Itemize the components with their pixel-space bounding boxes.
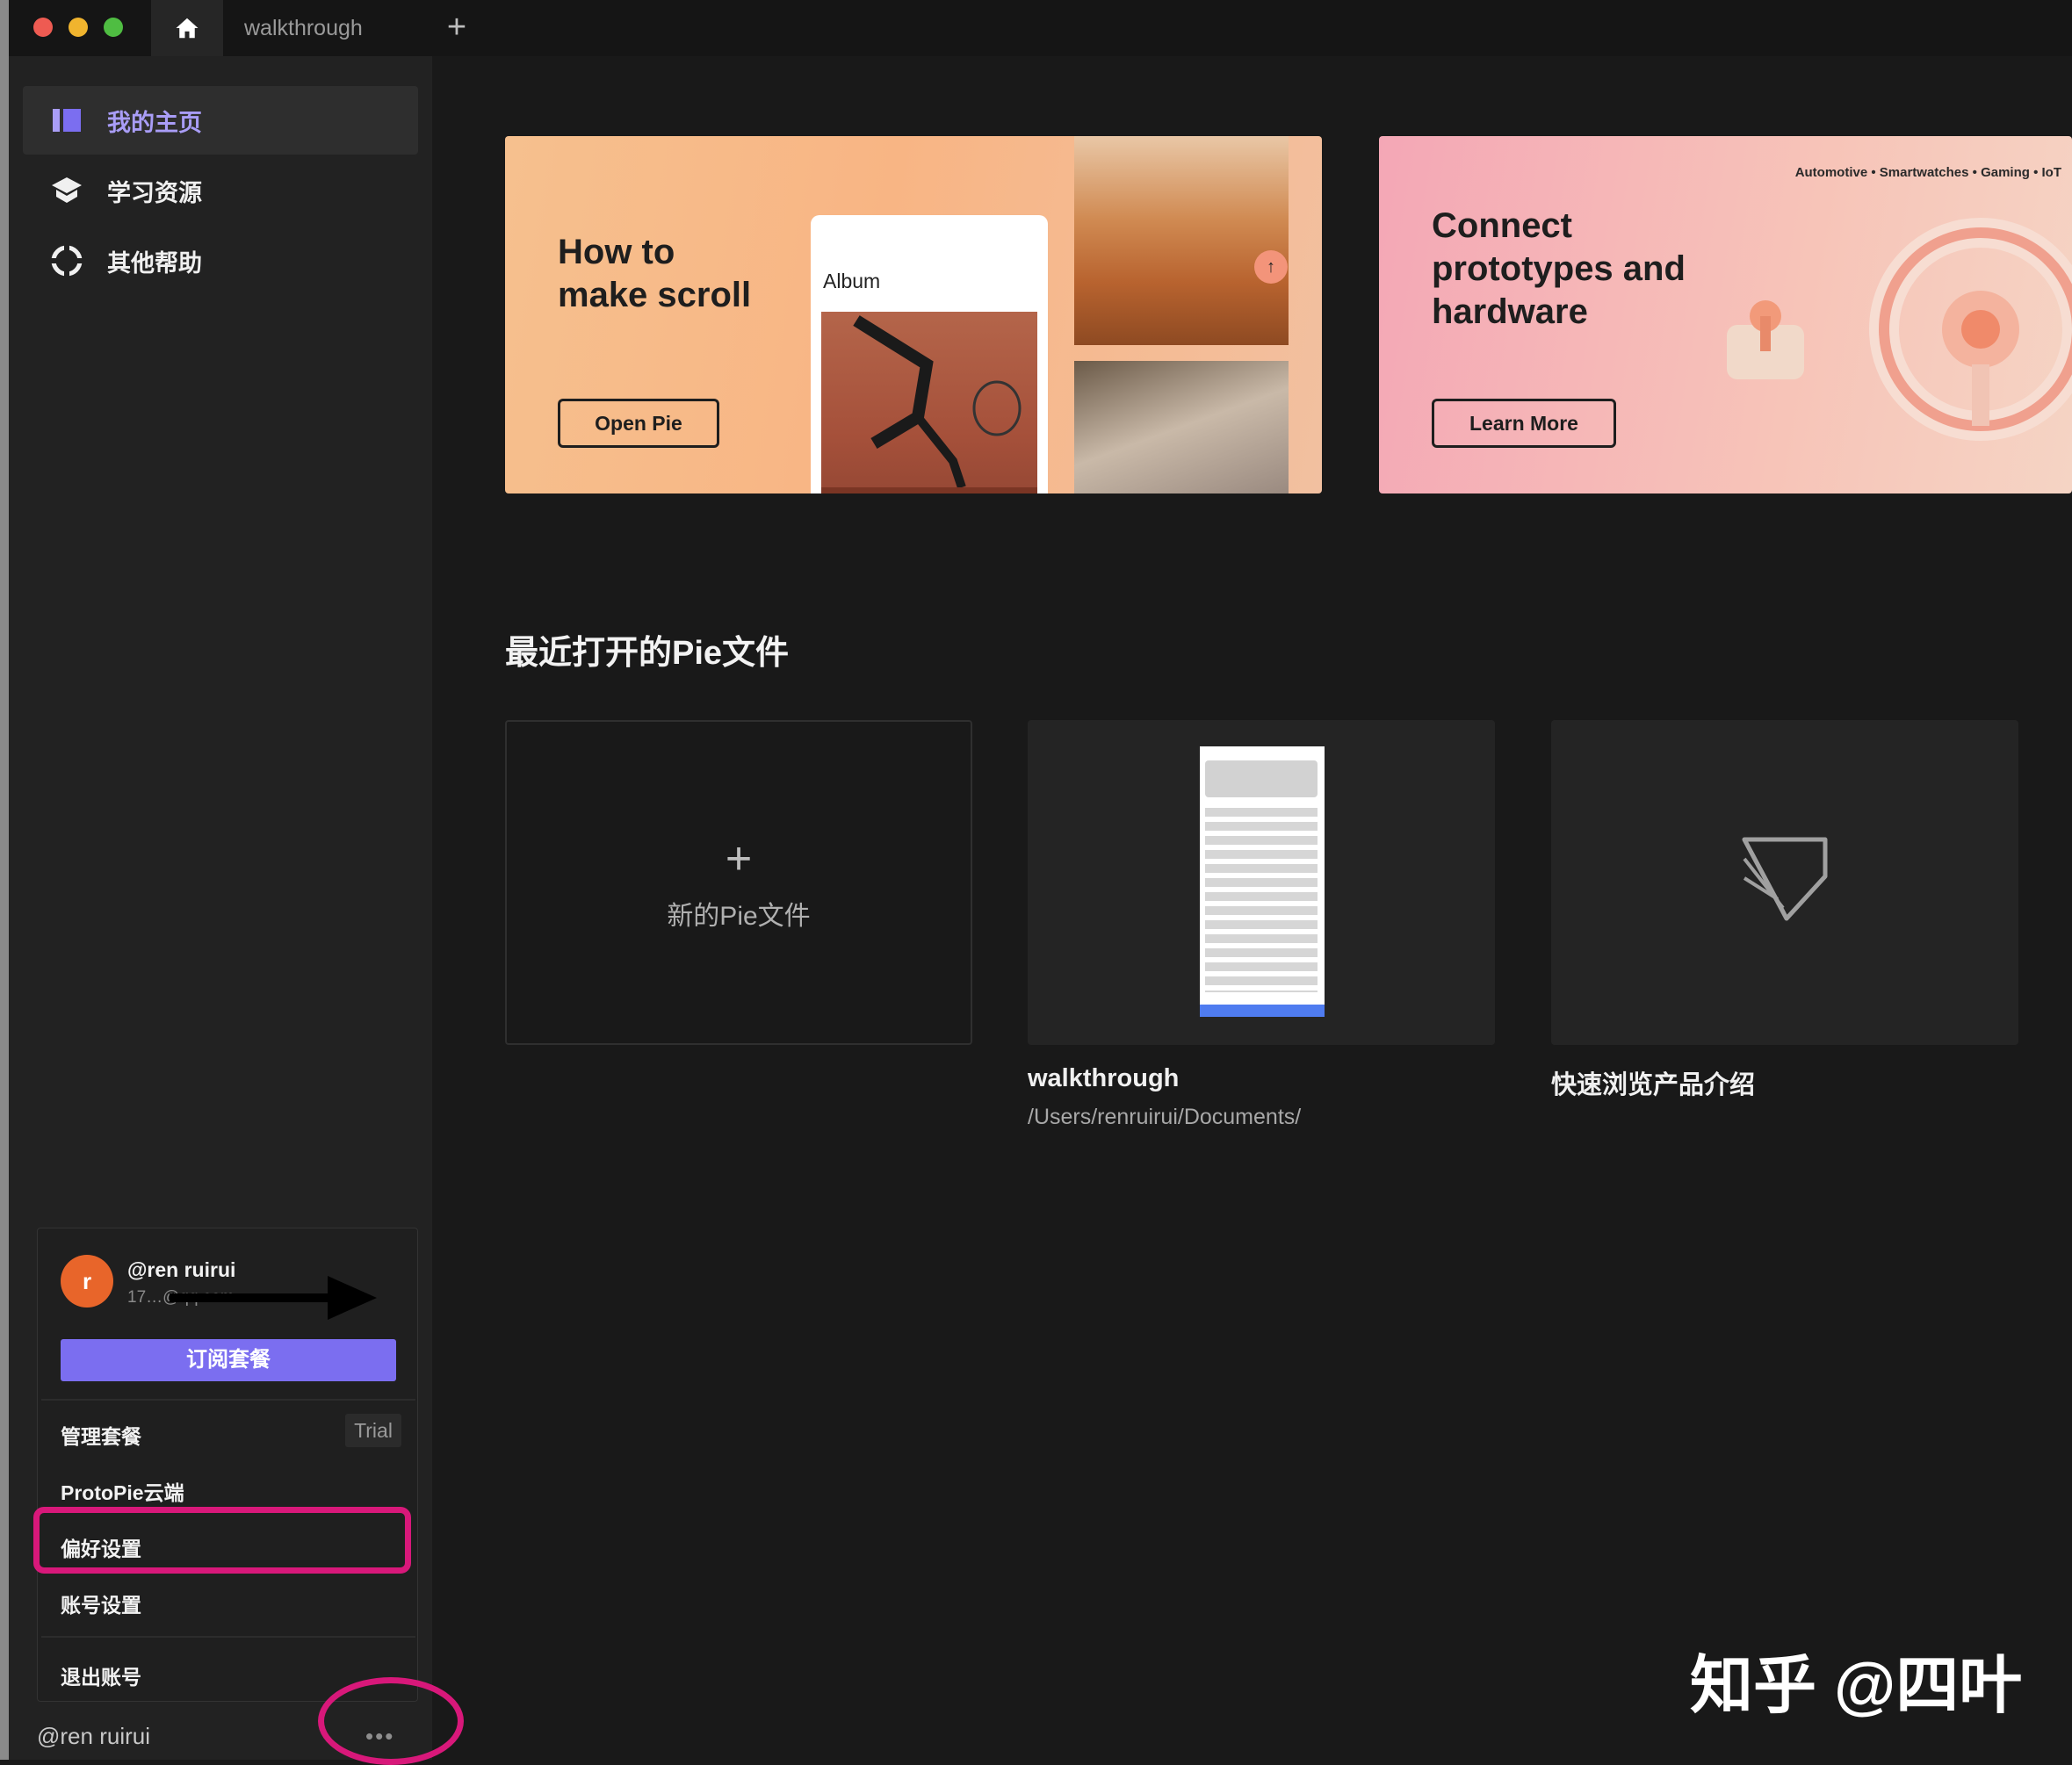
rocks-photo (1074, 361, 1289, 493)
manage-plan-item[interactable]: 管理套餐 (61, 1420, 141, 1450)
home-icon (176, 18, 199, 39)
banner-scroll-tutorial[interactable]: How to make scroll Open Pie Album ↑ (505, 136, 1322, 493)
album-label: Album (823, 270, 881, 292)
arrow-right-icon (170, 1276, 377, 1320)
album-mockup: Album (811, 215, 1048, 493)
new-tab-button[interactable]: + (439, 5, 474, 49)
lifebuoy-icon (49, 243, 84, 278)
watermark: 知乎 @四叶 (1690, 1651, 2023, 1721)
account-settings-item[interactable]: 账号设置 (61, 1588, 141, 1618)
arrow-up-icon: ↑ (1254, 250, 1288, 284)
new-pie-file-card[interactable]: + 新的Pie文件 (505, 720, 972, 1045)
steering-wheel-icon (1869, 218, 2072, 441)
sidebar-item-label: 其他帮助 (107, 249, 202, 277)
panel-icon (49, 103, 84, 138)
menu-divider (41, 1636, 415, 1638)
joystick-icon (1727, 300, 1804, 379)
banner-hardware[interactable]: Automotive • Smartwatches • Gaming • IoT… (1379, 136, 2072, 493)
protopie-logo-icon (1742, 837, 1828, 921)
annotation-rectangle (33, 1507, 411, 1574)
logout-item[interactable]: 退出账号 (61, 1661, 141, 1690)
learn-more-button[interactable]: Learn More (1432, 399, 1616, 448)
sidebar-item-label: 我的主页 (107, 109, 202, 136)
subscribe-button[interactable]: 订阅套餐 (61, 1339, 396, 1381)
plan-badge: Trial (345, 1414, 401, 1447)
footer-username: @ren ruirui (37, 1723, 150, 1749)
recent-files-title: 最近打开的Pie文件 (505, 635, 790, 672)
account-menu: r @ren ruirui 17…@qq.com 订阅套餐 管理套餐 Trial… (37, 1228, 418, 1702)
sidebar-item-learning[interactable]: 学习资源 (23, 156, 418, 225)
tab-label: walkthrough (244, 15, 363, 40)
sidebar-item-label: 学习资源 (107, 179, 202, 206)
close-window-button[interactable] (33, 18, 53, 37)
menu-divider (41, 1399, 415, 1401)
banner-title: Connect prototypes and hardware (1432, 206, 1686, 331)
desktop-edge (0, 0, 9, 1760)
new-file-label: 新的Pie文件 (667, 902, 811, 931)
category-tags: Automotive • Smartwatches • Gaming • IoT (1794, 165, 2061, 180)
file-name[interactable]: walkthrough (1028, 1064, 1179, 1093)
home-tab[interactable] (151, 0, 223, 56)
plus-icon: + (725, 833, 753, 884)
annotation-ellipse (318, 1677, 464, 1765)
graduation-cap-icon (49, 173, 84, 208)
banner-title: How to make scroll (558, 233, 752, 314)
file-card-product-tour[interactable] (1551, 720, 2018, 1045)
file-card-walkthrough[interactable] (1028, 720, 1495, 1045)
desert-photo: ↑ (1074, 136, 1289, 345)
file-name[interactable]: 快速浏览产品介绍 (1551, 1064, 1755, 1101)
tab-walkthrough[interactable]: walkthrough (223, 0, 416, 56)
open-pie-button[interactable]: Open Pie (558, 399, 719, 448)
protopie-cloud-item[interactable]: ProtoPie云端 (61, 1476, 184, 1506)
sidebar-item-help[interactable]: 其他帮助 (23, 227, 418, 295)
file-path: /Users/renruirui/Documents/ (1028, 1105, 1302, 1129)
maximize-window-button[interactable] (104, 18, 123, 37)
tennis-photo (821, 312, 1037, 493)
app-window: walkthrough + 我的主页 学习资源 其他帮助 How to make… (0, 0, 2072, 1765)
sidebar-item-home[interactable]: 我的主页 (23, 86, 418, 155)
file-thumbnail (1200, 746, 1325, 1017)
title-bar: walkthrough + (9, 0, 2072, 56)
minimize-window-button[interactable] (69, 18, 88, 37)
avatar: r (61, 1255, 113, 1308)
